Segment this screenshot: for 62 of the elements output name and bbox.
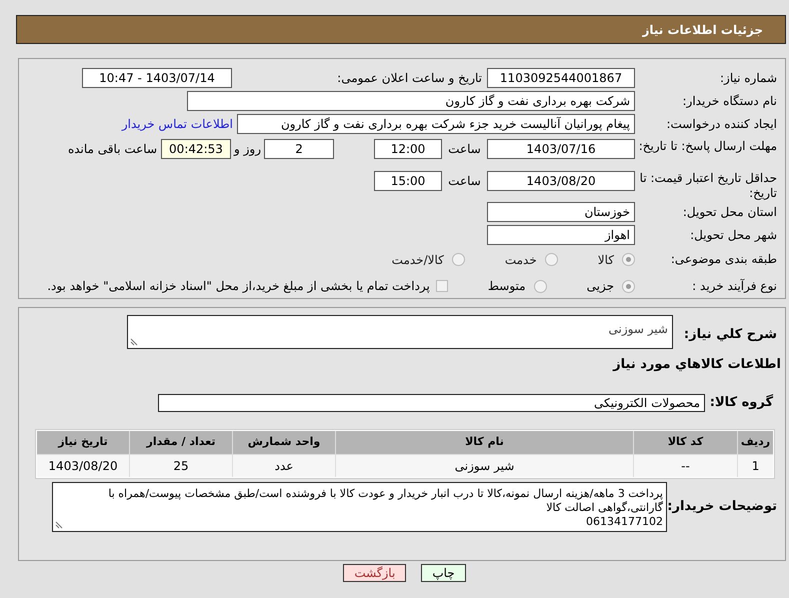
table-cell: --: [634, 454, 737, 476]
table-cell: 1: [738, 454, 773, 476]
text-field[interactable]: خوزستان: [487, 202, 635, 222]
table-cell: شیر سوزنی: [336, 454, 633, 476]
field-label: ساعت: [447, 173, 482, 190]
field-label: متوسط: [488, 278, 526, 296]
checkbox[interactable]: [436, 280, 448, 292]
action-button[interactable]: چاپ: [421, 564, 466, 582]
field-label: نوع فرآیند خرید :: [691, 278, 778, 294]
text-field[interactable]: 2: [264, 139, 334, 159]
contact-link[interactable]: اطلاعات تماس خریدار: [122, 115, 233, 133]
field-label: گروه کالا:: [708, 393, 774, 412]
field-label: شماره نیاز:: [719, 70, 778, 86]
field-label: حداقل تاریخ اعتبار قیمت: تا تاریخ:: [638, 171, 778, 202]
field-label: ایجاد کننده درخواست:: [665, 116, 778, 132]
field-label: ساعت باقی مانده: [68, 141, 157, 158]
radio-button[interactable]: [622, 280, 635, 293]
resize-grip-icon[interactable]: [130, 336, 140, 346]
field-label: شهر محل تحویل:: [689, 228, 778, 243]
text-field[interactable]: اهواز: [487, 225, 635, 246]
column-header: کد کالا: [634, 430, 737, 454]
field-label: نام دستگاه خریدار:: [682, 94, 778, 108]
text-area[interactable]: شیر سوزنی: [127, 315, 673, 349]
column-header: تاریخ نیاز: [37, 430, 129, 454]
radio-button[interactable]: [452, 253, 465, 266]
page-title: جزئیات اطلاعات نیاز: [642, 22, 763, 38]
column-header: واحد شمارش: [233, 430, 335, 454]
text-field[interactable]: محصولات الکترونیکی: [158, 394, 705, 412]
field-label: پرداخت تمام یا بخشی از مبلغ خرید،از محل "اسناد خزانه اسلامی" خواهد بود.: [47, 278, 430, 296]
field-label: شرح کلي نياز:: [682, 326, 778, 344]
text-field[interactable]: 00:42:53: [161, 139, 231, 159]
column-header: ردیف: [738, 430, 773, 454]
field-label: تاریخ و ساعت اعلان عمومی:: [336, 70, 482, 87]
resize-grip-icon[interactable]: [55, 518, 65, 528]
column-header: تعداد / مقدار: [130, 430, 232, 454]
field-label: خدمت: [504, 252, 537, 269]
table-cell: عدد: [233, 454, 335, 476]
field-label: کالا/خدمت: [392, 252, 444, 269]
text-field[interactable]: 15:00: [374, 171, 442, 192]
text-field[interactable]: شرکت بهره برداری نفت و گاز کارون: [187, 91, 635, 111]
field-label: مهلت ارسال پاسخ: تا تاریخ:: [638, 139, 778, 154]
field-label: جزیی: [586, 278, 614, 296]
field-label: روز و: [232, 141, 262, 158]
action-button[interactable]: بازگشت: [343, 564, 406, 582]
text-field[interactable]: 1403/07/14 - 10:47: [82, 68, 232, 88]
text-field[interactable]: 1103092544001867: [487, 68, 635, 88]
table-cell: 1403/08/20: [37, 454, 129, 476]
field-label: ساعت: [447, 141, 482, 158]
field-label: توضیحات خریدار:: [667, 498, 778, 516]
radio-button[interactable]: [544, 253, 558, 266]
field-label: استان محل تحویل:: [682, 204, 778, 220]
table-cell: 25: [130, 454, 232, 476]
section-heading: اطلاعات کالاهاي مورد نياز: [612, 356, 782, 374]
field-label: طبقه بندی موضوعی:: [670, 252, 778, 268]
text-field[interactable]: 12:00: [374, 139, 442, 159]
field-label: کالا: [598, 252, 614, 269]
text-field[interactable]: پیغام پورانیان آنالیست خرید جزء شرکت بهره برداری نفت و گاز کارون: [237, 114, 635, 134]
radio-button[interactable]: [534, 280, 547, 293]
radio-button[interactable]: [622, 253, 635, 266]
text-field[interactable]: 1403/07/16: [487, 139, 635, 159]
column-header: نام کالا: [336, 430, 633, 454]
text-field[interactable]: 1403/08/20: [487, 171, 635, 192]
